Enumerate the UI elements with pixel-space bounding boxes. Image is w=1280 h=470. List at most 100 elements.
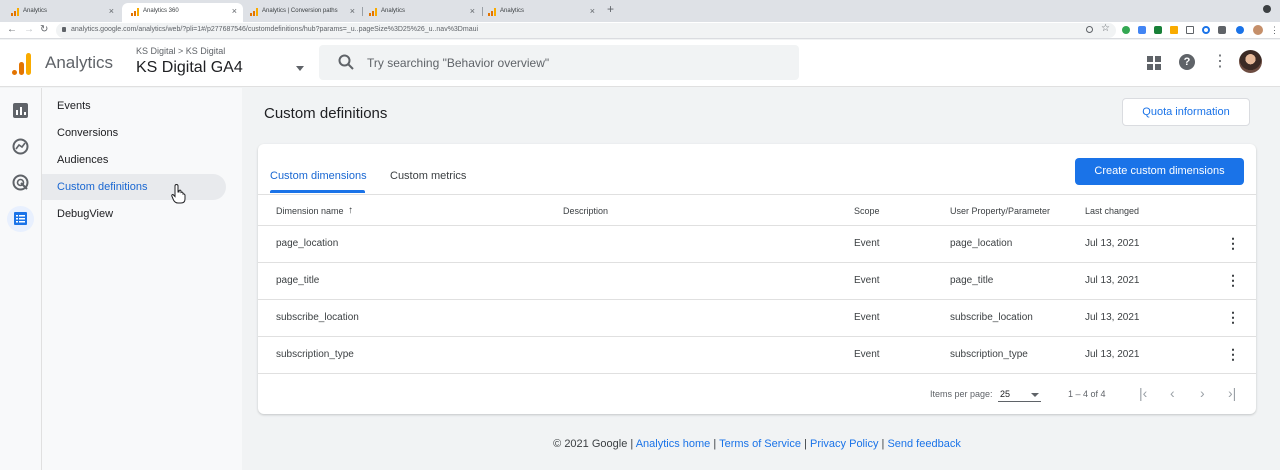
bookmark-star-icon[interactable]: ☆ <box>1101 22 1110 36</box>
analytics-favicon-icon <box>131 8 139 16</box>
analytics-logo-icon[interactable] <box>12 53 32 75</box>
puzzle-icon[interactable] <box>1218 26 1226 34</box>
subnav-item-label: Audiences <box>57 154 109 166</box>
previous-page-icon[interactable]: ‹ <box>1170 385 1175 401</box>
subnav-item-conversions[interactable]: Conversions <box>42 120 226 146</box>
search-icon <box>338 54 354 70</box>
extension-icon[interactable] <box>1138 26 1146 34</box>
lock-icon[interactable] <box>62 27 66 32</box>
footer: © 2021 Google | Analytics home | Terms o… <box>0 438 1280 450</box>
sort-ascending-icon[interactable]: ↑ <box>348 205 353 216</box>
footer-separator: | <box>881 438 885 450</box>
browser-tab-title: Analytics <box>500 8 525 14</box>
browser-tab-title: Analytics <box>23 8 48 14</box>
table-row[interactable]: subscribe_location Event subscribe_locat… <box>258 300 1256 337</box>
url-text[interactable]: analytics.google.com/analytics/web/?pli=… <box>71 25 478 35</box>
cell-parameter: page_location <box>950 238 1013 249</box>
subnav-item-debugview[interactable]: DebugView <box>42 201 226 227</box>
avatar[interactable] <box>1239 50 1262 73</box>
custom-definitions-card: Custom dimensions Custom metrics Create … <box>258 144 1256 414</box>
extension-icon[interactable] <box>1170 26 1178 34</box>
footer-link-privacy[interactable]: Privacy Policy <box>810 438 878 450</box>
browser-tab-analytics-1[interactable]: Analytics × <box>2 3 120 22</box>
browser-toolbar: ← → ↻ analytics.google.com/analytics/web… <box>0 22 1280 39</box>
create-custom-dimensions-button[interactable]: Create custom dimensions <box>1075 158 1244 185</box>
apps-grid-icon[interactable] <box>1147 56 1161 70</box>
last-page-icon[interactable]: ›| <box>1228 385 1236 401</box>
browser-profile-avatar[interactable] <box>1253 25 1263 35</box>
zoom-icon[interactable] <box>1086 26 1093 33</box>
items-per-page-select[interactable]: 25 <box>998 388 1041 402</box>
cell-dimension-name: page_location <box>276 238 339 249</box>
next-page-icon[interactable]: › <box>1200 385 1205 401</box>
quota-information-button[interactable]: Quota information <box>1122 98 1250 126</box>
cell-scope: Event <box>854 312 880 323</box>
more-vert-icon[interactable]: ⋮ <box>1212 52 1228 72</box>
analytics-favicon-icon <box>11 8 19 16</box>
cell-dimension-name: subscription_type <box>276 349 354 360</box>
column-header-description: Description <box>563 206 609 216</box>
close-tab-icon[interactable]: × <box>350 3 355 20</box>
table-row[interactable]: page_title Event page_title Jul 13, 2021… <box>258 263 1256 300</box>
extension-icon[interactable] <box>1186 26 1194 34</box>
first-page-icon[interactable]: |‹ <box>1139 385 1147 401</box>
table-row[interactable]: page_location Event page_location Jul 13… <box>258 226 1256 263</box>
close-tab-icon[interactable]: × <box>232 3 237 20</box>
browser-tab-analytics-4[interactable]: Analytics × <box>360 3 481 22</box>
cell-parameter: subscribe_location <box>950 312 1033 323</box>
table-row[interactable]: subscription_type Event subscription_typ… <box>258 337 1256 374</box>
extension-icon[interactable] <box>1202 26 1210 34</box>
tab-custom-dimensions[interactable]: Custom dimensions <box>270 170 367 182</box>
new-tab-button[interactable]: + <box>607 2 614 16</box>
browser-tab-title: Analytics | Conversion paths <box>262 8 338 14</box>
search-input[interactable]: Try searching "Behavior overview" <box>319 45 799 80</box>
footer-link-send-feedback[interactable]: Send feedback <box>887 438 960 450</box>
configure-subnav: Events Conversions Audiences Custom defi… <box>42 88 242 470</box>
configure-icon[interactable] <box>12 210 29 227</box>
row-more-vert-icon[interactable]: ⋮ <box>1226 235 1240 251</box>
browser-tab-analytics-360[interactable]: Analytics 360 × <box>122 3 243 22</box>
back-arrow-icon[interactable]: ← <box>7 23 17 37</box>
footer-link-analytics-home[interactable]: Analytics home <box>636 438 711 450</box>
browser-tab-analytics-5[interactable]: Analytics × <box>479 3 601 22</box>
app-header: Analytics KS Digital > KS Digital KS Dig… <box>0 40 1280 87</box>
subnav-item-label: Events <box>57 100 91 112</box>
account-breadcrumb[interactable]: KS Digital > KS Digital <box>136 46 225 56</box>
tab-custom-metrics[interactable]: Custom metrics <box>390 170 466 182</box>
extension-icon[interactable] <box>1154 26 1162 34</box>
property-selector[interactable]: KS Digital GA4 <box>136 59 243 77</box>
extension-icon[interactable] <box>1122 26 1130 34</box>
footer-link-terms[interactable]: Terms of Service <box>719 438 801 450</box>
row-more-vert-icon[interactable]: ⋮ <box>1226 346 1240 362</box>
subnav-item-events[interactable]: Events <box>42 93 226 119</box>
footer-separator: | <box>630 438 634 450</box>
extension-icon[interactable] <box>1236 26 1244 34</box>
close-tab-icon[interactable]: × <box>470 3 475 20</box>
subnav-item-custom-definitions[interactable]: Custom definitions <box>42 174 226 200</box>
browser-tab-conversion-paths[interactable]: Analytics | Conversion paths × <box>241 3 361 22</box>
advertising-icon[interactable] <box>12 174 29 191</box>
explore-icon[interactable] <box>12 138 29 155</box>
column-header-scope: Scope <box>854 206 880 216</box>
chevron-down-icon[interactable] <box>296 66 304 71</box>
row-more-vert-icon[interactable]: ⋮ <box>1226 309 1240 325</box>
search-placeholder: Try searching "Behavior overview" <box>367 56 550 70</box>
close-tab-icon[interactable]: × <box>590 3 595 20</box>
forward-arrow-icon[interactable]: → <box>24 23 34 37</box>
reports-icon[interactable] <box>12 102 29 119</box>
items-per-page-label: Items per page: <box>930 389 993 399</box>
row-more-vert-icon[interactable]: ⋮ <box>1226 272 1240 288</box>
reload-icon[interactable]: ↻ <box>40 23 48 37</box>
close-tab-icon[interactable]: × <box>109 3 114 20</box>
cell-last-changed: Jul 13, 2021 <box>1085 238 1140 249</box>
tab-search-icon[interactable] <box>1263 5 1271 13</box>
column-header-last-changed: Last changed <box>1085 206 1140 216</box>
footer-separator: | <box>804 438 807 450</box>
subnav-item-audiences[interactable]: Audiences <box>42 147 226 173</box>
help-icon[interactable]: ? <box>1179 54 1195 70</box>
column-header-dimension-name[interactable]: Dimension name <box>276 206 344 216</box>
browser-tab-strip: Analytics × Analytics 360 × Analytics | … <box>0 0 1280 22</box>
hand-cursor-icon <box>171 184 186 204</box>
browser-menu-icon[interactable]: ⋮ <box>1270 25 1279 36</box>
page-title: Custom definitions <box>264 105 388 122</box>
